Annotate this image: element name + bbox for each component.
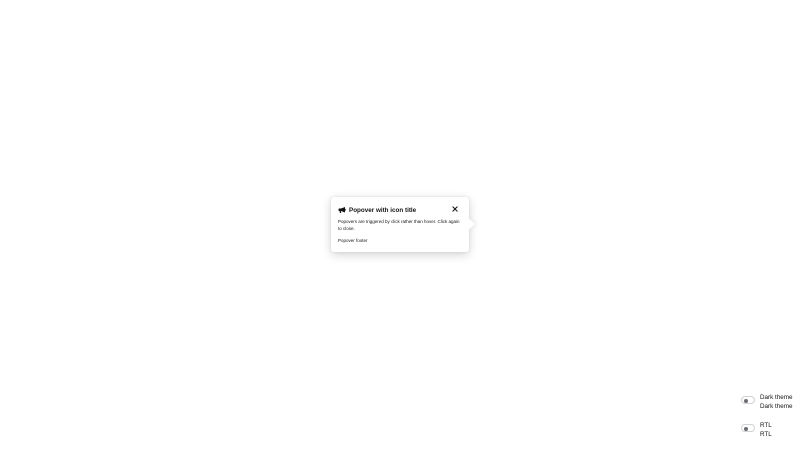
rtl-label-off: RTL [760,430,772,438]
popover-header: Popover with icon title [338,205,462,215]
rtl-toggle-labels: RTL RTL [760,422,772,439]
close-icon [452,206,458,212]
page: Popover with icon title Popovers are tri… [0,0,800,450]
rtl-toggle-row: RTL RTL [741,422,772,439]
popover-title: Popover with icon title [349,206,417,214]
close-button[interactable] [451,205,459,213]
dark-theme-label-off: Dark theme [760,402,793,410]
rtl-label-on: RTL [760,422,772,429]
popover-footer: Popover footer [338,238,368,243]
popover: Popover with icon title Popovers are tri… [331,197,475,252]
bullhorn-icon [338,206,346,214]
popover-body: Popovers are triggered by click rather t… [338,219,460,231]
dark-theme-toggle-labels: Dark theme Dark theme [760,394,793,411]
dark-theme-toggle-row: Dark theme Dark theme [741,394,793,411]
popover-arrow [463,218,475,230]
toggle-knob [744,398,748,403]
dark-theme-label-on: Dark theme [760,394,793,401]
dark-theme-toggle[interactable] [741,396,755,404]
rtl-toggle[interactable] [741,424,755,432]
toggle-knob [744,426,748,431]
